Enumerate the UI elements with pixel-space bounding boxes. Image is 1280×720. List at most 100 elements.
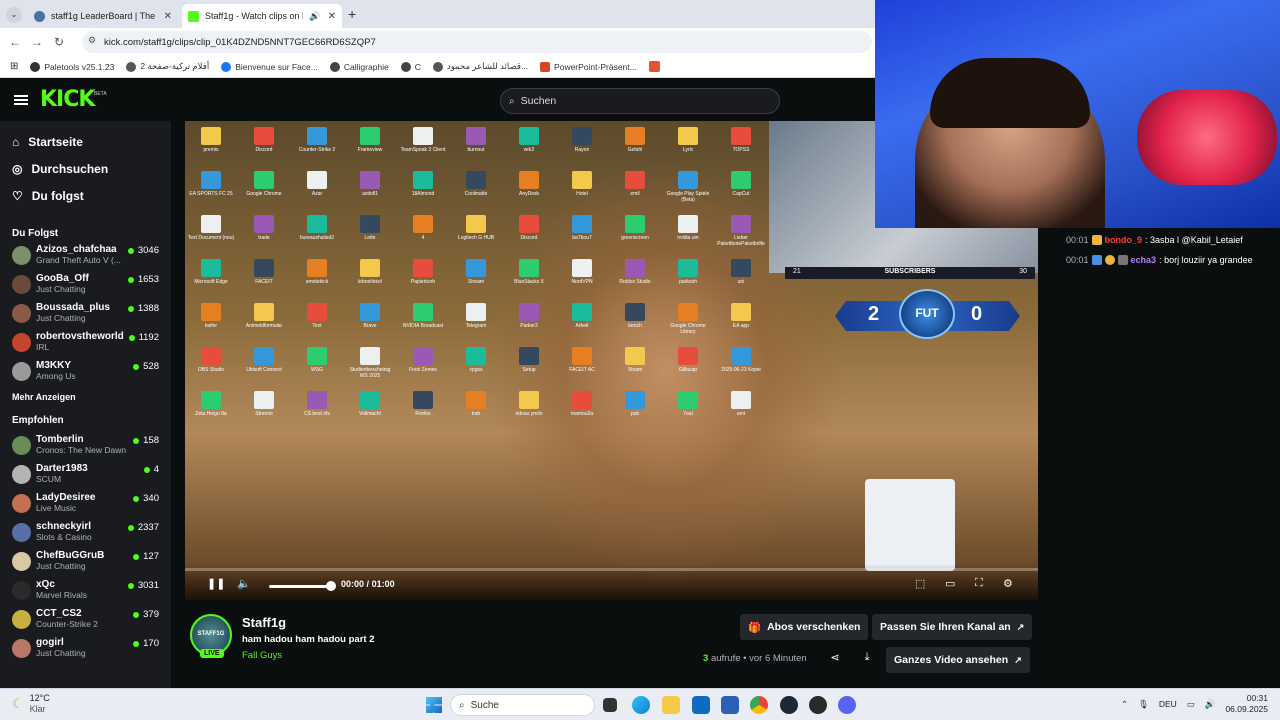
channel-item[interactable]: CCT_CS2 Counter-Strike 2 379	[0, 605, 171, 634]
back-icon[interactable]: ←	[4, 35, 26, 49]
category-link[interactable]: Fall Guys	[242, 650, 282, 661]
apps-grid-icon[interactable]: ⊞	[10, 61, 18, 72]
bookmark-item[interactable]: Bienvenue sur Face...	[221, 61, 318, 72]
channel-item[interactable]: schneckyirl Slots & Casino 2337	[0, 518, 171, 547]
customize-channel-button[interactable]: Passen Sie Ihren Kanal an ↗	[872, 614, 1033, 640]
forward-icon[interactable]: →	[26, 35, 48, 49]
desktop-icon-label: NordVPN	[571, 279, 593, 285]
chat-username[interactable]: bondo_9	[1105, 235, 1143, 245]
url-field[interactable]: ⚙ kick.com/staff1g/clips/clip_01K4DZND5N…	[82, 31, 872, 53]
led-light-image	[1137, 90, 1277, 185]
volume-thumb[interactable]	[326, 581, 336, 591]
channel-item[interactable]: xQc Marvel Rivals 3031	[0, 576, 171, 605]
app-icon	[625, 347, 645, 365]
avatar	[12, 581, 31, 600]
chrome-icon[interactable]	[750, 696, 768, 714]
speaker-icon[interactable]: 🔊	[1205, 699, 1216, 710]
gift-subs-button[interactable]: 🎁 Abos verschenken	[740, 614, 869, 640]
download-icon[interactable]: ⬚	[915, 577, 925, 590]
tab-kick-clip[interactable]: Staff1g - Watch clips on Kic 🔊 ✕	[182, 4, 342, 28]
reload-icon[interactable]: ↻	[48, 35, 70, 49]
close-icon[interactable]: ✕	[164, 11, 172, 22]
channel-item[interactable]: GooBa_Off Just Chatting 1653	[0, 270, 171, 299]
desktop-icon-label: bench	[628, 323, 642, 329]
bookmark-item[interactable]: C	[400, 61, 421, 72]
site-info-icon[interactable]: ⚙	[88, 35, 96, 46]
language-indicator[interactable]: DEU	[1159, 699, 1177, 709]
tab-leaderboard[interactable]: staff1g LeaderBoard | The best ✕	[28, 4, 178, 28]
channel-item[interactable]: Tomberlin Cronos: The New Dawn 158	[0, 431, 171, 460]
chat-username[interactable]: echa3	[1131, 255, 1157, 265]
bookmark-item[interactable]: PowerPoint-Präsent...	[540, 61, 637, 72]
pause-icon[interactable]: ❚❚	[207, 577, 225, 590]
bookmark-item[interactable]: Paletools v25.1.23	[30, 61, 114, 72]
desktop-icon-label: Logitech G HUB	[457, 235, 495, 241]
bookmark-item[interactable]: قصائد للشاعر محمود...	[432, 61, 528, 72]
live-dot-icon	[128, 334, 135, 341]
close-icon[interactable]: ✕	[328, 11, 336, 22]
volume-slider[interactable]	[269, 585, 331, 588]
steam-icon[interactable]	[780, 696, 798, 714]
sidebar-item-du-folgst[interactable]: ♡ Du folgst	[0, 182, 171, 209]
bookmark-item[interactable]: أفلام تركية-صفحة 2	[126, 61, 209, 72]
fullscreen-icon[interactable]: ⛶	[975, 577, 983, 590]
download-icon[interactable]: ⤓	[859, 651, 875, 667]
sidebar-item-durchsuchen[interactable]: ◎ Durchsuchen	[0, 155, 171, 182]
microphone-icon[interactable]: 🎙	[1138, 699, 1149, 710]
file-explorer-icon[interactable]	[662, 696, 680, 714]
channel-item[interactable]: Darter1983 SCUM 4	[0, 460, 171, 489]
app-icon	[572, 259, 592, 277]
edge-icon[interactable]	[632, 696, 650, 714]
menu-icon[interactable]	[14, 95, 28, 105]
store-icon[interactable]	[721, 696, 739, 714]
channel-item[interactable]: robertovstheworld IRL 1192	[0, 328, 171, 357]
desktop-icon: EA SPORTS FC 25	[187, 171, 235, 197]
live-dot-icon	[133, 363, 140, 370]
bookmark-item[interactable]: Calligraphie	[329, 61, 389, 72]
taskbar-search[interactable]: ⌕ Suche	[450, 694, 595, 716]
theater-mode-icon[interactable]: ▭	[945, 577, 955, 590]
channel-item[interactable]: Azizos_chafchaa Grand Theft Auto V (... 30…	[0, 241, 171, 270]
clock[interactable]: 00:31 06.09.2025	[1225, 693, 1268, 715]
speaker-icon[interactable]: 🔊	[309, 11, 320, 22]
show-more-link[interactable]: Mehr Anzeigen	[0, 386, 171, 408]
live-dot-icon	[143, 466, 150, 473]
task-view-icon[interactable]	[603, 698, 617, 712]
app-icon	[254, 215, 274, 233]
progress-bar[interactable]	[185, 568, 1038, 571]
app-icon	[519, 215, 539, 233]
channel-item[interactable]: ChefBuGGruB Just Chatting 127	[0, 547, 171, 576]
channel-item[interactable]: M3KKY Among Us 528	[0, 357, 171, 386]
desktop-icon: OBS Studio	[187, 347, 235, 373]
windows-start-icon[interactable]	[426, 697, 442, 713]
view-count: 3 aufrufe • vor 6 Minuten	[703, 653, 807, 664]
bookmark-folder-icon[interactable]	[648, 61, 660, 72]
volume-icon[interactable]: 🔈	[237, 577, 251, 590]
tray-popup	[865, 479, 955, 571]
channel-item[interactable]: LadyDesiree Live Music 340	[0, 489, 171, 518]
desktop-icon-label: Firefox	[415, 411, 431, 417]
settings-icon[interactable]: ⚙	[1003, 577, 1013, 590]
app-icon	[201, 303, 221, 321]
new-tab-button[interactable]: +	[348, 6, 356, 22]
desktop-icon-label: AnyDesk	[518, 191, 539, 197]
search-input[interactable]: ⌕ Suchen	[500, 88, 780, 114]
desktop-icon: Zeta Heigo 8a	[187, 391, 235, 417]
streamer-name[interactable]: Staff1g	[242, 615, 286, 630]
tab-list-dropdown[interactable]: ⌄	[6, 7, 22, 23]
outlook-icon[interactable]	[692, 696, 710, 714]
app-icon[interactable]	[809, 696, 827, 714]
sidebar-item-startseite[interactable]: ⌂ Startseite	[0, 128, 171, 155]
kick-logo[interactable]: KICK	[40, 87, 95, 112]
app-icon	[254, 303, 274, 321]
watch-full-video-button[interactable]: Ganzes Video ansehen ↗	[886, 647, 1030, 673]
weather-widget[interactable]: ☾ 12°C Klar	[12, 693, 50, 715]
share-icon[interactable]: ⋖	[827, 651, 843, 667]
desktop-icon-label: trah	[471, 411, 481, 417]
network-icon[interactable]: ▭	[1187, 699, 1195, 710]
discord-icon[interactable]	[838, 696, 856, 714]
channel-item[interactable]: Boussada_plus Just Chatting 1388	[0, 299, 171, 328]
channel-item[interactable]: gogirl Just Chatting 170	[0, 634, 171, 663]
channel-name: robertovstheworld	[36, 331, 124, 342]
chevron-up-icon[interactable]: ⌃	[1121, 699, 1128, 710]
